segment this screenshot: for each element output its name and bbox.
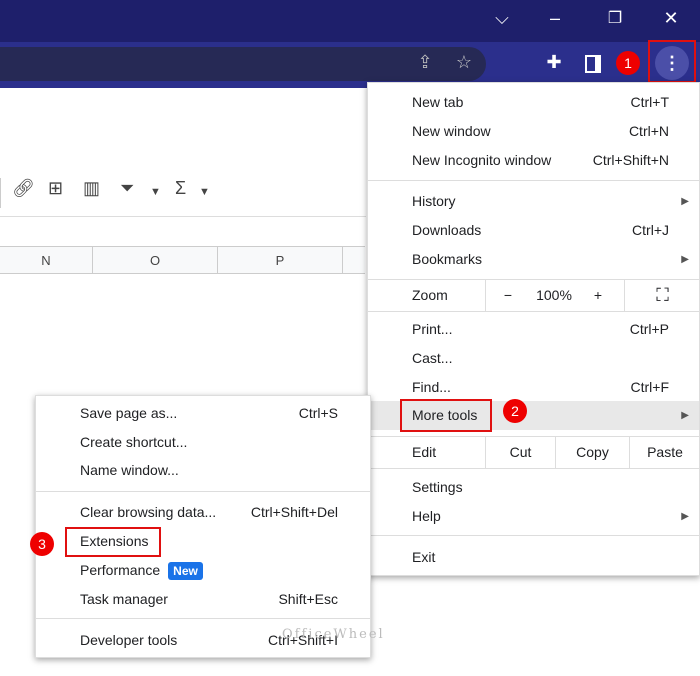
label: Print...	[412, 321, 453, 337]
submenu-item-performance[interactable]: Performance New	[36, 556, 370, 585]
submenu-arrow-icon: ▶	[681, 410, 689, 421]
menu-item-print[interactable]: Print... Ctrl+P	[368, 315, 699, 344]
menu-item-new-incognito[interactable]: New Incognito window Ctrl+Shift+N	[368, 146, 699, 175]
filter-dropdown-icon[interactable]: ▼	[150, 186, 161, 198]
highlight-extensions	[65, 527, 161, 557]
submenu-item-task-manager[interactable]: Task manager Shift+Esc	[36, 585, 370, 614]
edit-row: Edit Cut Copy Paste	[368, 437, 699, 468]
chrome-menu: New tab Ctrl+T New window Ctrl+N New Incog…	[367, 82, 700, 576]
step-badge-3: 3	[30, 532, 54, 556]
divider	[368, 180, 699, 181]
label: Task manager	[80, 591, 168, 607]
edit-label: Edit	[412, 444, 437, 460]
zoom-value: 100%	[536, 287, 572, 303]
submenu-item-save-page[interactable]: Save page as... Ctrl+S	[36, 399, 370, 428]
functions-dropdown-icon[interactable]: ▼	[199, 186, 210, 198]
filter-icon[interactable]: ⏷	[120, 178, 134, 199]
submenu-item-clear-browsing-data[interactable]: Clear browsing data... Ctrl+Shift+Del	[36, 498, 370, 527]
submenu-item-name-window[interactable]: Name window...	[36, 456, 370, 485]
highlight-more-tools	[400, 399, 492, 432]
shortcut: Ctrl+Shift+N	[592, 152, 669, 168]
submenu-arrow-icon: ▶	[681, 254, 689, 265]
label: Bookmarks	[412, 251, 483, 267]
label: Downloads	[412, 222, 482, 238]
extensions-puzzle-icon[interactable]: ✚	[541, 52, 567, 73]
label: New window	[412, 123, 491, 139]
shortcut: Ctrl+N	[628, 123, 669, 139]
divider	[368, 535, 699, 536]
formula-bar-divider	[0, 216, 366, 217]
column-header-n[interactable]: N	[0, 247, 93, 274]
label: History	[412, 193, 456, 209]
step-badge-1: 1	[616, 51, 640, 75]
restore-button[interactable]: ❐	[600, 8, 630, 28]
menu-item-exit[interactable]: Exit	[368, 543, 699, 572]
functions-sigma-icon[interactable]: Σ	[175, 178, 186, 199]
menu-item-cast[interactable]: Cast...	[368, 344, 699, 373]
share-icon[interactable]: ⇪	[412, 52, 438, 73]
divider	[368, 468, 699, 469]
label: Name window...	[80, 462, 179, 478]
label: Settings	[412, 479, 463, 495]
step-badge-2: 2	[503, 399, 527, 423]
title-bar	[0, 0, 700, 42]
close-button[interactable]: ✕	[656, 8, 686, 29]
insert-chart-icon[interactable]: ▥	[83, 178, 100, 199]
menu-item-downloads[interactable]: Downloads Ctrl+J	[368, 216, 699, 245]
toolbar-divider	[0, 178, 1, 208]
submenu-arrow-icon: ▶	[681, 196, 689, 207]
bookmark-star-icon[interactable]: ☆	[451, 52, 477, 73]
new-badge: New	[168, 562, 203, 580]
shortcut: Shift+Esc	[278, 591, 338, 607]
label: Exit	[412, 549, 436, 565]
submenu-arrow-icon: ▶	[681, 511, 689, 522]
submenu-item-create-shortcut[interactable]: Create shortcut...	[36, 428, 370, 457]
label: Create shortcut...	[80, 434, 188, 450]
shortcut: Ctrl+P	[629, 321, 669, 337]
shortcut: Ctrl+J	[632, 222, 669, 238]
column-header-o[interactable]: O	[93, 247, 218, 274]
menu-item-bookmarks[interactable]: Bookmarks ▶	[368, 245, 699, 274]
label: Performance	[80, 562, 161, 578]
zoom-in-button[interactable]: +	[578, 280, 618, 311]
label: Help	[412, 508, 441, 524]
label: Developer tools	[80, 632, 178, 648]
more-tools-submenu: Save page as... Ctrl+S Create shortcut...…	[30, 395, 371, 658]
divider	[36, 491, 370, 492]
divider	[368, 311, 699, 312]
zoom-label: Zoom	[412, 287, 448, 303]
menu-item-find[interactable]: Find... Ctrl+F	[368, 373, 699, 402]
insert-link-icon[interactable]: 🔗︎	[12, 178, 35, 199]
fullscreen-icon[interactable]: ⛶	[624, 280, 700, 311]
shortcut: Ctrl+F	[630, 379, 670, 395]
menu-item-settings[interactable]: Settings	[368, 473, 699, 502]
shortcut: Ctrl+S	[298, 405, 338, 421]
divider	[36, 618, 370, 619]
minimize-button[interactable]: –	[540, 8, 570, 29]
label: Find...	[412, 379, 451, 395]
label: New Incognito window	[412, 152, 552, 168]
shortcut: Ctrl+T	[630, 94, 670, 110]
menu-item-history[interactable]: History ▶	[368, 187, 699, 216]
shortcut: Ctrl+Shift+Del	[250, 504, 338, 520]
menu-item-new-tab[interactable]: New tab Ctrl+T	[368, 88, 699, 117]
label: Clear browsing data...	[80, 504, 217, 520]
cut-button[interactable]: Cut	[485, 437, 555, 468]
label: Cast...	[412, 350, 453, 366]
zoom-out-button[interactable]: −	[485, 280, 530, 311]
zoom-row: Zoom − 100% + ⛶	[368, 280, 699, 311]
column-header-row: N O P	[0, 246, 365, 274]
highlight-menu-button	[648, 40, 696, 83]
side-panel-icon[interactable]	[585, 55, 601, 73]
paste-button[interactable]: Paste	[629, 437, 700, 468]
insert-comment-icon[interactable]: ⊞	[48, 178, 63, 199]
label: New tab	[412, 94, 464, 110]
tab-search-button[interactable]: ⌵	[487, 8, 517, 29]
label: Save page as...	[80, 405, 178, 421]
menu-item-new-window[interactable]: New window Ctrl+N	[368, 117, 699, 146]
watermark: OfficeWheel	[282, 627, 385, 642]
column-header-p[interactable]: P	[218, 247, 343, 274]
menu-item-help[interactable]: Help ▶	[368, 502, 699, 531]
copy-button[interactable]: Copy	[555, 437, 629, 468]
